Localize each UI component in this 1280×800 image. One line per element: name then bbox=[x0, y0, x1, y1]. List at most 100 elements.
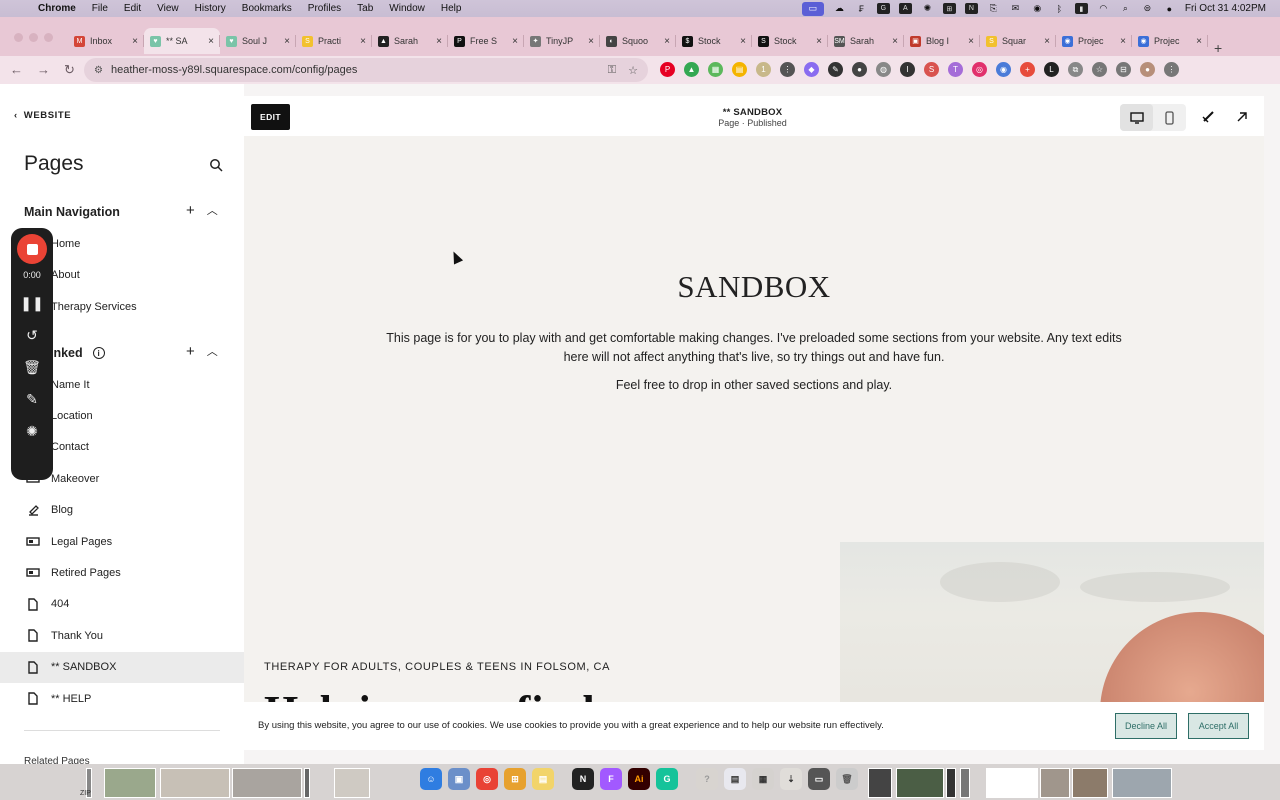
eyedropper-extension-icon[interactable]: ✎ bbox=[828, 62, 843, 77]
page-item-help[interactable]: ** HELP bbox=[0, 683, 244, 714]
pause-icon[interactable]: ❚❚ bbox=[20, 294, 43, 312]
browser-tab[interactable]: ◉ Projec × bbox=[1056, 28, 1132, 54]
close-tab-icon[interactable]: × bbox=[284, 36, 290, 47]
trash-can-icon[interactable]: 🗑 bbox=[836, 768, 858, 790]
preview-icon[interactable]: ▣ bbox=[448, 768, 470, 790]
purple-extension-icon[interactable]: ◆ bbox=[804, 62, 819, 77]
site-info-icon[interactable]: ⚙ bbox=[94, 65, 103, 76]
desktop-view-button[interactable] bbox=[1120, 104, 1153, 131]
bookmarks-icon[interactable]: ☆ bbox=[1092, 62, 1107, 77]
close-tab-icon[interactable]: × bbox=[664, 36, 670, 47]
siri-icon[interactable]: ● bbox=[1163, 3, 1176, 14]
browser-tab[interactable]: P Free S × bbox=[448, 28, 524, 54]
drive-icon[interactable]: A bbox=[898, 3, 912, 14]
grammarly-icon[interactable]: G bbox=[656, 768, 678, 790]
browser-tab[interactable]: ▲ Sarah × bbox=[372, 28, 448, 54]
clipboard-icon[interactable]: ⎘ bbox=[987, 3, 1000, 14]
page-item-404[interactable]: 404 bbox=[0, 589, 244, 620]
browser-tab[interactable]: S Practi × bbox=[296, 28, 372, 54]
dock-thumbnail[interactable] bbox=[868, 768, 892, 798]
browser-tab[interactable]: ✦ TinyJP × bbox=[524, 28, 600, 54]
launchpad-icon[interactable]: ⊞ bbox=[504, 768, 526, 790]
menu-history[interactable]: History bbox=[195, 3, 226, 14]
close-tab-icon[interactable]: × bbox=[968, 36, 974, 47]
dock-thumbnail[interactable] bbox=[946, 768, 956, 798]
grammarly-icon[interactable]: G bbox=[876, 3, 890, 14]
edit-button[interactable]: EDIT bbox=[251, 104, 290, 130]
menu-bookmarks[interactable]: Bookmarks bbox=[242, 3, 292, 14]
red-extension-icon[interactable]: S bbox=[924, 62, 939, 77]
main-navigation-header[interactable]: Main Navigation bbox=[24, 205, 120, 219]
dock-thumbnail[interactable] bbox=[1112, 768, 1172, 798]
drive-extension-icon[interactable]: ▲ bbox=[684, 62, 699, 77]
chrome-icon[interactable]: ◎ bbox=[476, 768, 498, 790]
back-to-website-link[interactable]: ‹ WEBSITE bbox=[14, 110, 71, 121]
notion-icon[interactable]: N bbox=[572, 768, 594, 790]
close-tab-icon[interactable]: × bbox=[816, 36, 822, 47]
browser-tab[interactable]: M Inbox × bbox=[68, 28, 144, 54]
help-icon[interactable]: ? bbox=[696, 768, 718, 790]
add-page-plus-icon[interactable]: + bbox=[186, 202, 195, 219]
collapse-chevron-up-icon[interactable]: ︿ bbox=[207, 202, 218, 219]
italic-extension-icon[interactable]: I bbox=[900, 62, 915, 77]
zip-file-label[interactable]: ZIP bbox=[80, 790, 91, 797]
collapse-chevron-up-icon[interactable]: ︿ bbox=[207, 343, 218, 360]
page-item-thank-you[interactable]: Thank You bbox=[0, 620, 244, 651]
spotlight-search-icon[interactable]: ⌕ bbox=[1119, 3, 1132, 14]
menu-file[interactable]: File bbox=[92, 3, 108, 14]
calendar-icon[interactable]: ⊞ bbox=[942, 3, 956, 14]
profile-avatar[interactable]: ● bbox=[1140, 62, 1155, 77]
page-item-legal-pages[interactable]: Legal Pages bbox=[0, 526, 244, 557]
notion-icon[interactable]: N bbox=[964, 3, 978, 14]
close-tab-icon[interactable]: × bbox=[208, 36, 214, 47]
open-external-arrow-icon[interactable] bbox=[1234, 109, 1250, 125]
dock-thumbnail[interactable] bbox=[1040, 768, 1070, 798]
side-panel-icon[interactable]: ⊟ bbox=[1116, 62, 1131, 77]
violet-extension-icon[interactable]: T bbox=[948, 62, 963, 77]
gray-extension-icon[interactable]: ◍ bbox=[876, 62, 891, 77]
close-window-button[interactable] bbox=[14, 33, 23, 42]
confetti-icon[interactable]: ✺ bbox=[26, 422, 38, 440]
close-tab-icon[interactable]: × bbox=[512, 36, 518, 47]
dock-thumbnail[interactable] bbox=[304, 768, 310, 798]
menu-edit[interactable]: Edit bbox=[124, 3, 141, 14]
battery-icon[interactable]: ▮ bbox=[1074, 3, 1088, 14]
finder-icon[interactable]: ☺ bbox=[420, 768, 442, 790]
l-extension-icon[interactable]: L bbox=[1044, 62, 1059, 77]
info-icon[interactable]: i bbox=[92, 347, 105, 359]
close-tab-icon[interactable]: × bbox=[588, 36, 594, 47]
browser-tab[interactable]: ▣ Blog I × bbox=[904, 28, 980, 54]
dock-thumbnail[interactable] bbox=[232, 768, 302, 798]
browser-tab[interactable]: ♥ Soul J × bbox=[220, 28, 296, 54]
forward-arrow-icon[interactable]: → bbox=[37, 62, 50, 78]
restart-icon[interactable]: ↺ bbox=[26, 326, 38, 344]
menu-chrome[interactable]: Chrome bbox=[38, 3, 76, 14]
dock-thumbnail[interactable] bbox=[160, 768, 230, 798]
control-center-icon[interactable]: ⊜ bbox=[1141, 3, 1154, 14]
menu-app-icon[interactable]: ₣ bbox=[855, 3, 868, 14]
dark-extension-icon[interactable]: ● bbox=[852, 62, 867, 77]
bluetooth-icon[interactable]: ᛒ bbox=[1053, 3, 1066, 14]
creative-cloud-icon[interactable]: ✺ bbox=[921, 3, 934, 14]
menu-profiles[interactable]: Profiles bbox=[308, 3, 341, 14]
wifi-icon[interactable]: ◠ bbox=[1097, 3, 1110, 14]
notes-icon[interactable]: ▤ bbox=[532, 768, 554, 790]
downloads-icon[interactable]: ⇣ bbox=[780, 768, 802, 790]
browser-tab[interactable]: ♥ ** SA × bbox=[144, 28, 220, 54]
dock-thumbnail[interactable] bbox=[334, 768, 370, 798]
minimize-window-button[interactable] bbox=[29, 33, 38, 42]
plus-extension-icon[interactable]: + bbox=[1020, 62, 1035, 77]
kebab-menu-icon[interactable]: ⋮ bbox=[1164, 62, 1179, 77]
search-icon[interactable] bbox=[209, 158, 223, 172]
palette-extension-icon[interactable]: ▤ bbox=[732, 62, 747, 77]
grammarly-g-icon[interactable]: ◉ bbox=[1031, 3, 1044, 14]
close-tab-icon[interactable]: × bbox=[740, 36, 746, 47]
dock-thumbnail[interactable] bbox=[104, 768, 156, 798]
dock-thumbnail[interactable] bbox=[1072, 768, 1108, 798]
screen-share-icon[interactable]: ▭ bbox=[801, 1, 824, 16]
bookmark-star-icon[interactable]: ☆ bbox=[628, 64, 638, 77]
close-tab-icon[interactable]: × bbox=[1196, 36, 1202, 47]
menu-window[interactable]: Window bbox=[389, 3, 425, 14]
blue-extension-icon[interactable]: ◉ bbox=[996, 62, 1011, 77]
browser-tab[interactable]: ◉ Projec × bbox=[1132, 28, 1208, 54]
